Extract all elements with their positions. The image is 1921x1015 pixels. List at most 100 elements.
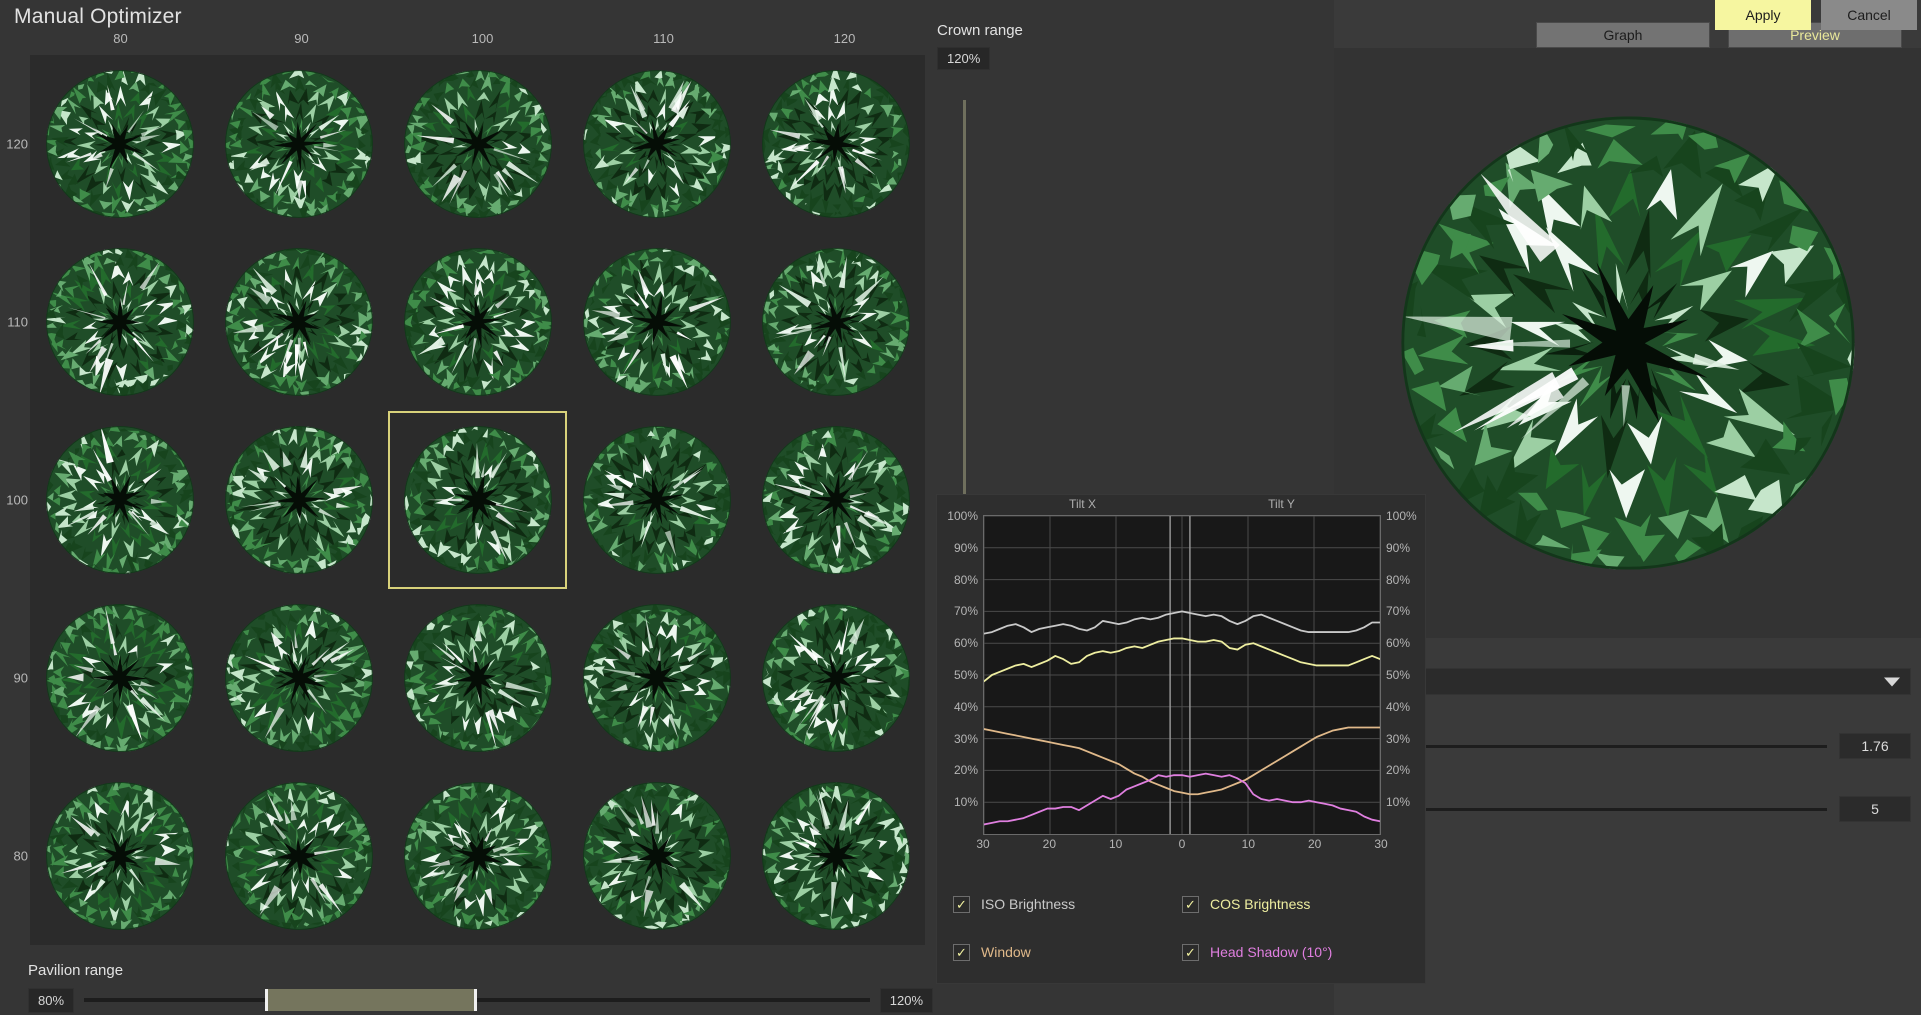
chevron-down-icon [1884, 677, 1900, 686]
cancel-button[interactable]: Cancel [1821, 0, 1917, 30]
y-axis-tick: 40% [1386, 699, 1411, 714]
legend-label: Window [981, 944, 1031, 960]
matrix-cell[interactable] [209, 233, 388, 411]
matrix-cell[interactable] [746, 767, 925, 945]
y-axis-tick: 70% [953, 604, 978, 619]
gem-thumbnail [761, 426, 910, 574]
matrix-cell[interactable] [30, 589, 209, 767]
index-slider-row[interactable]: 1.76 [1344, 732, 1911, 760]
gem-thumbnail [403, 248, 552, 396]
gem-thumbnail [45, 248, 194, 396]
matrix-cell[interactable] [746, 55, 925, 233]
tilt-panel-titles: Tilt X Tilt Y [937, 495, 1425, 515]
gem-thumbnail [582, 248, 731, 396]
y-axis-tick: 60% [1386, 636, 1411, 651]
matrix-cell[interactable] [209, 55, 388, 233]
matrix-cell[interactable] [388, 55, 567, 233]
y-axis-tick: 90% [953, 540, 978, 555]
matrix-col-label: 120 [833, 31, 856, 46]
gem-thumbnail [403, 782, 552, 930]
apply-label: Apply [1745, 7, 1781, 23]
matrix-col-label: 90 [294, 31, 309, 46]
pavilion-range-selection[interactable] [264, 989, 477, 1011]
matrix-grid[interactable] [30, 55, 925, 945]
legend-item[interactable]: ✓ ISO Brightness [953, 885, 1182, 923]
crown-range-label: Crown range [937, 22, 1023, 39]
gem-thumbnail [761, 248, 910, 396]
legend-item[interactable]: ✓ Window [953, 933, 1182, 971]
legend-checkbox[interactable]: ✓ [953, 943, 970, 961]
matrix-cell[interactable] [388, 233, 567, 411]
gem-thumbnail [224, 70, 373, 218]
matrix-cell[interactable] [567, 233, 746, 411]
legend-label: ISO Brightness [981, 896, 1076, 912]
crown-range-selection[interactable] [963, 100, 966, 500]
gem-thumbnail [45, 782, 194, 930]
y-axis-tick: 50% [953, 668, 978, 682]
matrix-cell[interactable] [746, 411, 925, 589]
legend-checkbox[interactable]: ✓ [1182, 943, 1199, 961]
matrix-column-axis: 80 90 100 110 120 [30, 31, 935, 51]
index-value[interactable]: 1.76 [1839, 733, 1911, 759]
legend-label: COS Brightness [1210, 896, 1311, 912]
optimizer-matrix-panel: 80 90 100 110 120 120 110 100 90 80 [0, 0, 935, 968]
matrix-cell[interactable] [567, 55, 746, 233]
gem-thumbnail [761, 604, 910, 752]
bounces-value[interactable]: 5 [1839, 796, 1911, 822]
matrix-cell[interactable] [209, 767, 388, 945]
gem-thumbnail [45, 70, 194, 218]
matrix-cell[interactable] [209, 589, 388, 767]
tilt-plot[interactable] [983, 515, 1381, 835]
legend-checkbox[interactable]: ✓ [953, 895, 970, 913]
matrix-row-label: 110 [7, 314, 28, 330]
matrix-cell[interactable] [567, 767, 746, 945]
pavilion-max-value: 120% [879, 987, 933, 1013]
matrix-row-axis: 120 110 100 90 80 [0, 55, 30, 945]
y-axis-tick: 70% [1386, 604, 1411, 619]
matrix-cell[interactable] [567, 589, 746, 767]
y-axis-tick: 100% [947, 509, 978, 523]
matrix-cell[interactable] [30, 55, 209, 233]
matrix-cell[interactable] [746, 589, 925, 767]
matrix-cell[interactable] [388, 411, 567, 589]
gem-thumbnail [582, 782, 731, 930]
series-legend[interactable]: ✓ ISO Brightness ✓ COS Brightness ✓ Window ✓ He… [937, 873, 1427, 983]
matrix-cell[interactable] [209, 411, 388, 589]
pavilion-range-track[interactable] [84, 989, 870, 1011]
x-axis-ticks: 30 20 10 0 10 20 30 [976, 835, 1387, 859]
apply-button[interactable]: Apply [1715, 0, 1811, 30]
gem-thumbnail [45, 426, 194, 574]
y-axis-tick: 20% [953, 763, 978, 778]
tab-graph[interactable]: Graph [1536, 22, 1710, 48]
matrix-cell[interactable] [30, 411, 209, 589]
matrix-row-label: 90 [13, 670, 28, 686]
y-axis-tick: 100% [1386, 509, 1417, 523]
gem-thumbnail [403, 70, 552, 218]
tilt-graph-panel: Tilt X Tilt Y 100% 90% 80% 70% 60% 50% 40% 30% 20… [936, 494, 1426, 984]
crown-range-track[interactable] [963, 100, 966, 500]
manual-optimizer-window: Manual Optimizer 80 90 100 110 120 120 110 100… [0, 0, 1921, 1015]
matrix-cell[interactable] [388, 589, 567, 767]
matrix-cell[interactable] [30, 767, 209, 945]
pavilion-range-control[interactable]: Pavilion range 80% 120% [28, 962, 933, 1013]
matrix-cell[interactable] [388, 767, 567, 945]
legend-checkbox[interactable]: ✓ [1182, 895, 1199, 913]
matrix-cell[interactable] [746, 233, 925, 411]
x-axis-tick: 30 [1374, 837, 1388, 851]
legend-item[interactable]: ✓ Head Shadow (10°) [1182, 933, 1411, 971]
gem-thumbnail [761, 70, 910, 218]
tilt-plot-wrap: 100% 90% 80% 70% 60% 50% 40% 30% 20% 10% 100% 90% 8… [937, 509, 1427, 835]
model-dropdown[interactable] [1344, 668, 1911, 695]
crown-range-control[interactable]: Crown range 120% [934, 22, 1094, 500]
x-axis-tick: 20 [1307, 837, 1322, 851]
gem-thumbnail [45, 604, 194, 752]
matrix-row-label: 100 [6, 492, 28, 508]
tilt-panel-title: Tilt X [1069, 497, 1096, 511]
matrix-cell[interactable] [30, 233, 209, 411]
matrix-cell[interactable] [567, 411, 746, 589]
bounces-slider-row[interactable]: 5 [1344, 795, 1911, 823]
y-axis-left: 100% 90% 80% 70% 60% 50% 40% 30% 20% 10% [937, 509, 983, 835]
gem-thumbnail [224, 248, 373, 396]
legend-item[interactable]: ✓ COS Brightness [1182, 885, 1411, 923]
tilt-panel-title: Tilt Y [1268, 497, 1295, 511]
